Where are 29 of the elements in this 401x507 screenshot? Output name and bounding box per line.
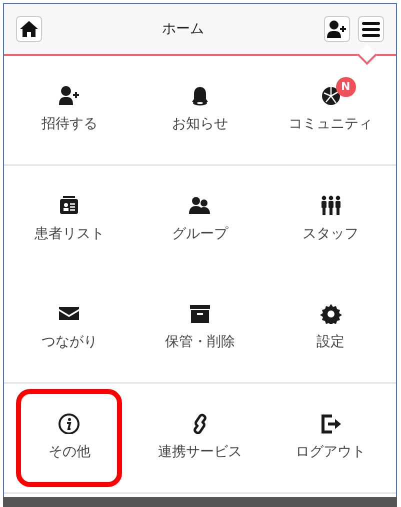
archive-box-icon: [188, 303, 211, 324]
page-title: ホーム: [162, 20, 204, 38]
add-user-icon: [327, 20, 347, 38]
users-icon: [188, 195, 211, 216]
globe-icon: [320, 85, 342, 106]
home-button[interactable]: [16, 16, 42, 42]
menu-tile[interactable]: ログアウト: [265, 384, 396, 492]
menu-tile[interactable]: 連携サービス: [134, 384, 266, 492]
menu-tile[interactable]: 患者リスト: [4, 166, 135, 274]
menu-tile[interactable]: 保管・削除: [134, 274, 266, 382]
menu-tile[interactable]: その他: [16, 389, 122, 487]
staff-icon: [320, 195, 342, 216]
menu-tile[interactable]: スタッフ: [265, 166, 396, 274]
menu-tile[interactable]: つながり: [4, 274, 135, 382]
menu-tile[interactable]: お知らせ: [134, 56, 266, 164]
notification-badge: N: [336, 77, 356, 97]
add-user-icon: [58, 85, 80, 106]
add-user-button[interactable]: [324, 16, 350, 42]
menu-tile[interactable]: グループ: [134, 166, 266, 274]
menu-tile[interactable]: 招待する: [4, 56, 135, 164]
home-icon: [20, 21, 38, 37]
sign-out-icon: [320, 413, 342, 434]
settings-icon: [320, 303, 342, 324]
menu-button[interactable]: [358, 16, 384, 42]
info-icon: [58, 413, 80, 434]
menu-icon: [362, 22, 380, 36]
contact-card-icon: [58, 195, 80, 216]
menu-tile[interactable]: 設定: [265, 274, 396, 382]
menu-tile[interactable]: N コミュニティ: [265, 56, 396, 164]
